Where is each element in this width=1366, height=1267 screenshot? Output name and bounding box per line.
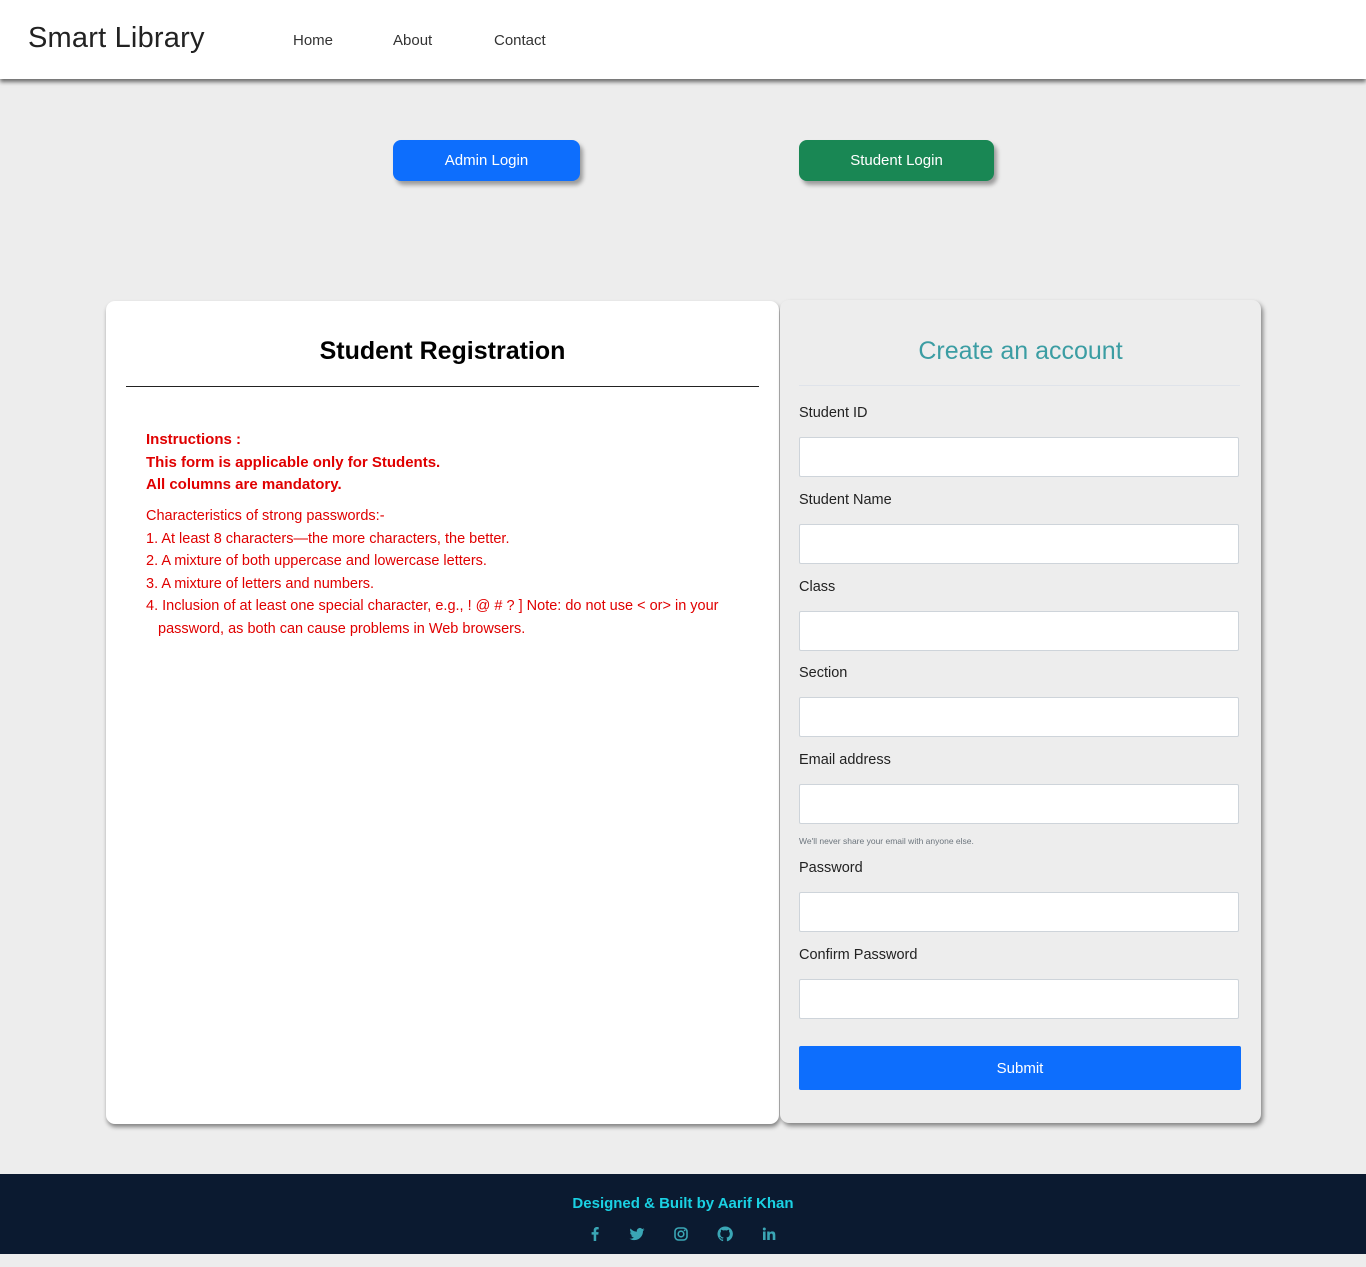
instructions-line: This form is applicable only for Student… bbox=[146, 453, 441, 471]
password-input[interactable] bbox=[799, 892, 1239, 932]
password-rule: 3. A mixture of letters and numbers. bbox=[146, 575, 375, 592]
password-rule: 4. Inclusion of at least one special cha… bbox=[146, 598, 719, 637]
confirm-password-label: Confirm Password bbox=[799, 947, 918, 963]
class-input[interactable] bbox=[799, 611, 1239, 651]
page-title: Student Registration bbox=[319, 337, 566, 365]
instructions-card: Student Registration Instructions : This… bbox=[106, 301, 779, 1124]
footer: Designed & Built by Aarif Khan bbox=[0, 1174, 1366, 1254]
form-title: Create an account bbox=[918, 337, 1123, 365]
linkedin-icon[interactable] bbox=[760, 1225, 778, 1243]
instructions-heading: Instructions : bbox=[146, 431, 242, 448]
email-label: Email address bbox=[799, 752, 891, 768]
instructions-line: All columns are mandatory. bbox=[146, 476, 342, 493]
registration-form: Create an account Student ID Student Nam… bbox=[780, 300, 1261, 1123]
password-rules: Characteristics of strong passwords:- 1.… bbox=[146, 505, 746, 640]
email-input[interactable] bbox=[799, 784, 1239, 824]
nav-link-contact[interactable]: Contact bbox=[494, 32, 546, 49]
student-id-label: Student ID bbox=[799, 405, 868, 421]
brand-logo[interactable]: Smart Library bbox=[28, 22, 205, 55]
nav-link-home[interactable]: Home bbox=[293, 32, 333, 49]
instagram-icon[interactable] bbox=[672, 1225, 690, 1243]
student-name-label: Student Name bbox=[799, 492, 892, 508]
instructions-block: Instructions : This form is applicable o… bbox=[146, 429, 746, 497]
password-rules-heading: Characteristics of strong passwords:- bbox=[146, 508, 385, 524]
twitter-icon[interactable] bbox=[628, 1225, 646, 1243]
navbar: Smart Library Home About Contact bbox=[0, 0, 1366, 79]
student-id-input[interactable] bbox=[799, 437, 1239, 477]
section-label: Section bbox=[799, 665, 848, 681]
student-login-button[interactable]: Student Login bbox=[799, 140, 994, 181]
password-label: Password bbox=[799, 860, 863, 876]
confirm-password-input[interactable] bbox=[799, 979, 1239, 1019]
github-icon[interactable] bbox=[716, 1225, 734, 1243]
submit-button[interactable]: Submit bbox=[799, 1046, 1241, 1090]
password-rule: 1. At least 8 characters—the more charac… bbox=[146, 530, 510, 547]
nav-link-about[interactable]: About bbox=[393, 32, 432, 49]
form-title-divider bbox=[799, 385, 1240, 386]
class-label: Class bbox=[799, 579, 836, 595]
title-divider bbox=[126, 386, 759, 387]
password-rule: 2. A mixture of both uppercase and lower… bbox=[146, 553, 487, 569]
section-input[interactable] bbox=[799, 697, 1239, 737]
email-help-text: We'll never share your email with anyone… bbox=[799, 836, 974, 846]
admin-login-button[interactable]: Admin Login bbox=[393, 140, 580, 181]
student-name-input[interactable] bbox=[799, 524, 1239, 564]
facebook-icon[interactable] bbox=[586, 1225, 604, 1243]
footer-credit: Designed & Built by Aarif Khan bbox=[572, 1195, 794, 1212]
